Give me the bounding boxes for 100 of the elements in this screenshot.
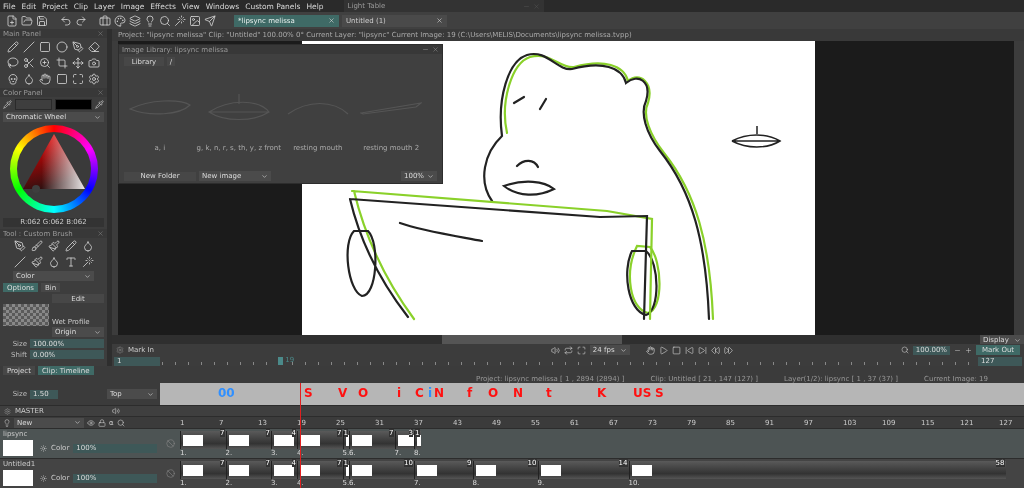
lightbulb-icon[interactable] [144,14,156,27]
frame-thumbnail [300,434,320,446]
mouth-sketch-drawing [730,125,782,151]
paintbrush-icon[interactable] [47,240,60,252]
move-icon[interactable] [71,57,84,69]
chevron-down-icon[interactable] [74,419,81,426]
layer-thumbnail [3,440,33,456]
frame-thumbnail [274,434,294,446]
speaker-icon[interactable] [111,407,120,415]
stop-icon[interactable] [671,345,681,355]
ellipse-tool-icon[interactable] [55,41,68,53]
layer-thumbnail [3,470,33,486]
frame-thumbnail [417,434,421,446]
chevron-down-icon[interactable] [1014,336,1021,344]
frame-thumbnail [300,464,320,476]
text-tool-icon[interactable] [64,256,77,268]
hand-icon[interactable] [39,73,52,85]
briefcase-icon[interactable] [99,14,111,27]
wand-icon[interactable] [174,14,186,27]
camera-icon[interactable] [87,57,100,69]
speaker-icon[interactable] [550,345,560,355]
annotation-mark: i [397,386,402,400]
frame-icon[interactable] [55,73,68,85]
eye-icon[interactable] [87,418,95,427]
brush-icon[interactable] [30,256,43,268]
annotation-mark: O [488,386,499,400]
eraser-icon[interactable] [87,41,100,53]
plus-icon[interactable] [965,346,972,354]
pencil-icon[interactable] [64,240,77,252]
folder-icon[interactable] [21,14,33,27]
save-icon[interactable] [36,14,48,27]
zoom-icon[interactable] [900,346,909,354]
chevron-down-icon[interactable] [84,272,91,280]
loop-icon[interactable] [563,345,573,355]
paper-plane-icon[interactable] [204,14,216,27]
layers-icon[interactable] [129,14,141,27]
annotation-mark: f [467,386,473,400]
scissors-icon[interactable] [23,57,36,69]
play-icon[interactable] [658,345,668,355]
frame-thumbnail [228,434,249,446]
chevron-down-icon[interactable] [261,172,268,180]
pen-icon[interactable] [13,240,26,252]
chevron-down-icon[interactable] [427,172,434,180]
annotation-mark: t [546,386,552,400]
palette-icon[interactable] [114,14,126,27]
zoom-icon[interactable] [39,57,52,69]
redo-icon[interactable] [75,14,87,27]
chevron-down-icon[interactable] [619,346,627,354]
scrollbar-thumb[interactable] [442,335,622,344]
current-frame-marker[interactable] [278,357,284,365]
annotation-mark: V [338,386,348,400]
chevron-down-icon[interactable] [94,113,101,121]
frame-thumbnail [352,464,372,476]
brush-icon[interactable] [30,240,43,252]
color-swatch[interactable] [55,99,92,110]
frame-thumbnail [475,464,496,476]
eyedropper-icon[interactable] [3,100,12,109]
search-icon[interactable] [116,418,125,427]
annotation-mark: O [358,386,369,400]
skip-back-icon[interactable] [684,345,694,355]
droplet-icon[interactable] [23,73,36,85]
annotation-mark: C [415,386,424,400]
chevron-down-icon[interactable] [147,390,154,398]
rewind-icon[interactable] [710,345,720,355]
line-tool-icon[interactable] [23,41,36,53]
annotation-mark: US [633,386,652,400]
undo-icon[interactable] [60,14,72,27]
light-icon[interactable] [3,418,11,427]
crop-icon[interactable] [55,57,68,69]
settings-icon[interactable] [4,407,11,415]
frame-thumbnail [183,434,203,446]
frame-thumbnail [352,434,372,446]
rectangle-tool-icon[interactable] [39,41,52,53]
skull-icon[interactable] [7,73,20,85]
frame-thumbnail [631,464,652,476]
sun-icon[interactable] [40,474,47,482]
search-icon[interactable] [159,14,171,27]
eyedropper-icon[interactable] [95,100,104,109]
annotation-mark: 00 [218,386,235,400]
sun-icon[interactable] [40,444,47,452]
frame-thumbnail [540,464,561,476]
fullscreen-icon[interactable] [576,345,586,355]
fast-forward-icon[interactable] [723,345,733,355]
pen-tool-icon[interactable] [71,41,84,53]
expand-icon[interactable] [71,73,84,85]
frame-thumbnail [417,464,437,476]
brush-preview [3,304,49,326]
frame-thumbnail [183,464,203,476]
lock-icon[interactable] [98,418,106,427]
frame-thumbnail [274,464,294,476]
gear-icon[interactable] [87,73,100,85]
droplet-icon[interactable] [47,256,60,268]
annotation-mark: N [513,386,524,400]
wand-icon[interactable] [81,256,94,268]
image-icon[interactable] [189,14,201,27]
chevron-down-icon[interactable] [94,328,101,336]
new-file-icon[interactable] [6,14,18,27]
skip-forward-icon[interactable] [697,345,707,355]
lasso-icon[interactable] [7,57,20,69]
hand-icon[interactable] [645,345,655,355]
